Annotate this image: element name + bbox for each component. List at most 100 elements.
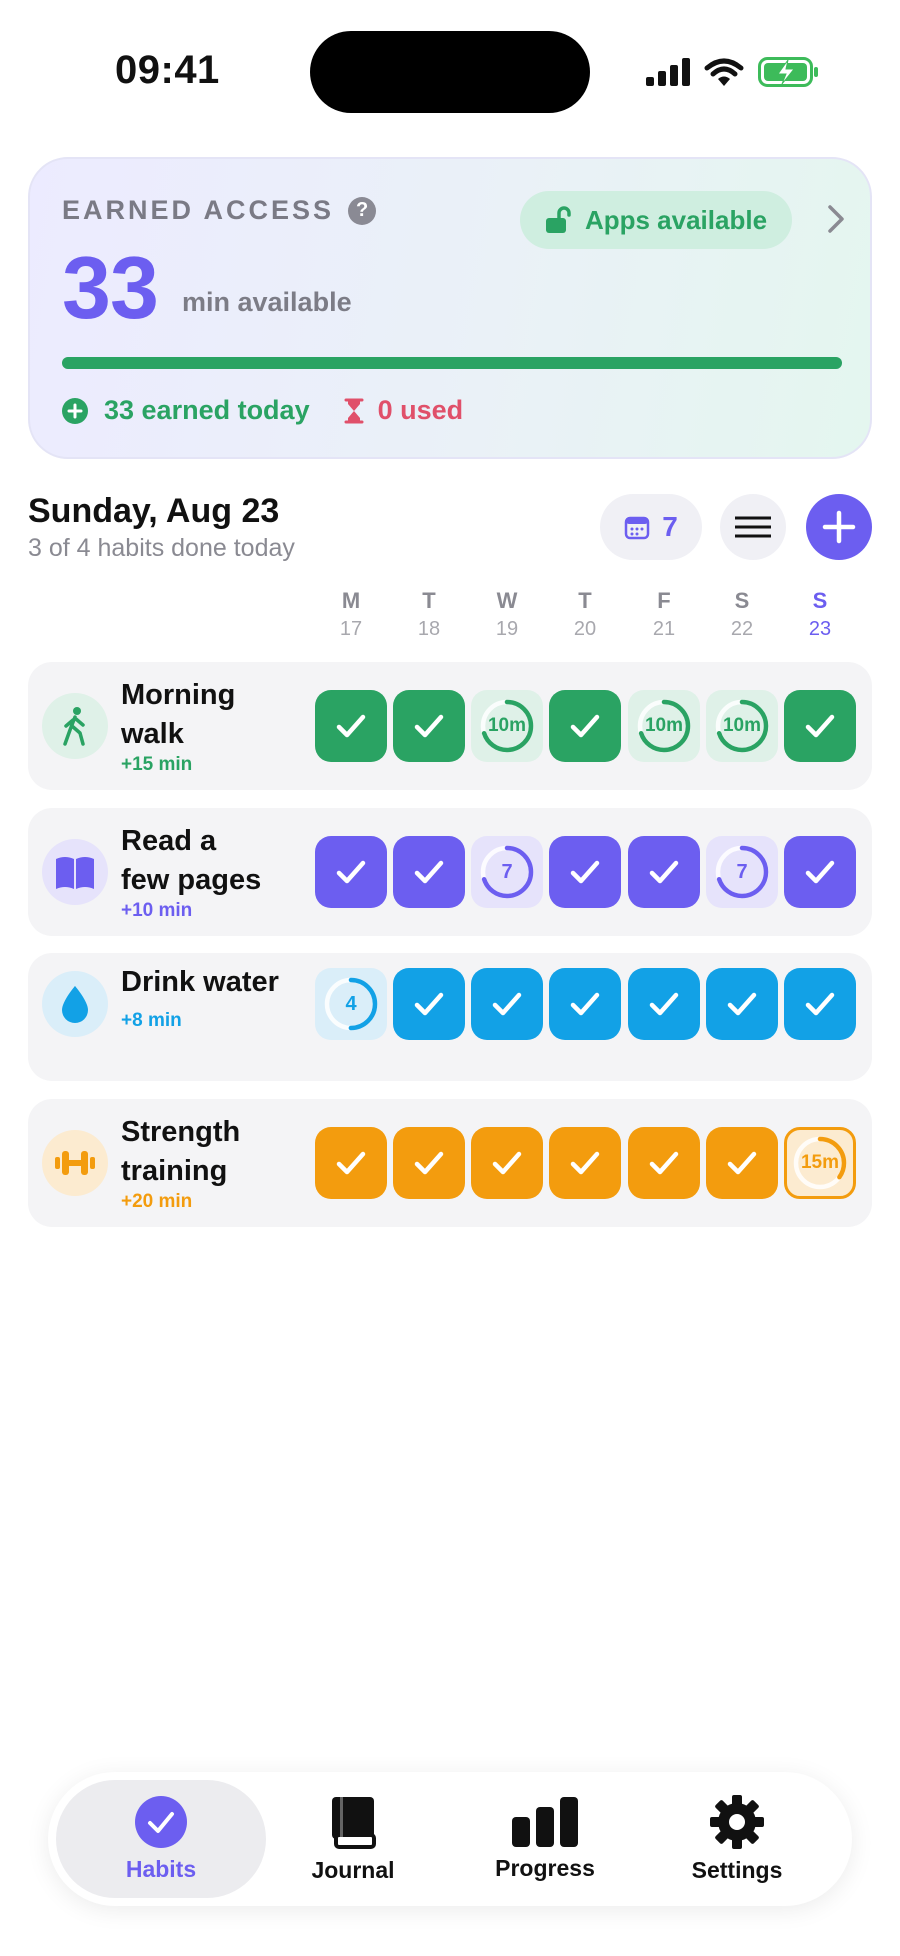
habit-name-line: Read a [121,825,217,857]
checkmark-icon [649,1151,679,1175]
habit-day-done[interactable] [315,836,387,908]
day-letter: S [812,588,828,613]
day-letter: W [496,588,518,613]
habit-day-done[interactable] [549,836,621,908]
habit-icon-badge [42,971,108,1037]
day-letter: S [734,588,750,613]
habit-day-done[interactable] [315,1127,387,1199]
habit-name-line: Strength [121,1116,241,1148]
habit-day-done[interactable] [628,1127,700,1199]
apps-available-label: Apps available [584,204,768,235]
tab-progress-label: Progress [495,1854,595,1881]
day-letter: T [578,588,592,613]
day-number: 20 [573,618,597,640]
habit-day-done[interactable] [393,836,465,908]
day-letter: F [657,588,671,613]
week-view-button[interactable]: 7 [600,494,702,560]
status-bar: 09:41 [0,0,900,150]
habit-row[interactable]: Morning walk +15 min 10m 10m 10m [28,662,872,790]
day-number: 21 [652,618,676,640]
habit-day-partial[interactable]: 15m [784,1127,856,1199]
plus-circle-icon [62,397,88,424]
habit-day-partial[interactable]: 7 [471,836,543,908]
checkmark-icon [570,1151,600,1175]
habit-day-done[interactable] [471,1127,543,1199]
apps-available-badge[interactable]: Apps available [520,191,792,249]
menu-button[interactable] [720,494,786,560]
checkmark-icon [336,1151,366,1175]
gear-icon [710,1794,764,1849]
tab-habits-label: Habits [125,1855,197,1882]
habit-day-progress-label: 15m [800,1152,840,1173]
habit-day-done[interactable] [393,690,465,762]
habit-name-line: Morning [121,679,236,711]
habit-name-line: few pages [121,864,262,896]
water-drop-icon [62,986,88,1023]
habit-day-partial[interactable]: 10m [706,690,778,762]
habit-day-done[interactable] [784,968,856,1040]
habit-day-done[interactable] [471,968,543,1040]
habit-icon-badge [42,693,108,759]
habit-day-done[interactable] [315,690,387,762]
tab-settings[interactable]: Settings [632,1780,842,1898]
habit-day-done[interactable] [549,968,621,1040]
checkmark-icon [336,860,366,884]
day-column-3: T 20 [550,588,620,641]
habit-day-done[interactable] [549,690,621,762]
habit-day-partial[interactable]: 10m [471,690,543,762]
habit-day-partial[interactable]: 10m [628,690,700,762]
habit-row[interactable]: Drink water +8 min 4 [28,953,872,1081]
checkmark-icon [414,992,444,1016]
habit-day-done[interactable] [393,968,465,1040]
habit-day-progress-label: 10m [722,715,762,736]
habit-name: Drink water [121,963,321,1002]
habit-row[interactable]: Read a few pages +10 min 7 7 [28,808,872,936]
checkmark-icon [414,860,444,884]
checkmark-icon [336,714,366,738]
tab-progress[interactable]: Progress [440,1780,650,1898]
checkmark-icon [570,860,600,884]
habit-day-partial[interactable]: 4 [315,968,387,1040]
add-habit-button[interactable] [806,494,872,560]
access-progress-bar [62,357,842,369]
checkmark-icon [805,992,835,1016]
tab-habits[interactable]: Habits [56,1780,266,1898]
unlock-icon [545,206,571,233]
habit-day-done[interactable] [393,1127,465,1199]
habit-row[interactable]: Strength training +20 min 15m [28,1099,872,1227]
habit-day-done[interactable] [628,968,700,1040]
habit-name: Morning walk [121,676,321,754]
battery-charging-icon [758,57,818,87]
dumbbell-icon [55,1151,95,1175]
tab-journal-label: Journal [311,1856,395,1883]
habit-day-done[interactable] [784,690,856,762]
habit-day-done[interactable] [706,968,778,1040]
day-letter: T [422,588,436,613]
plus-icon [822,510,856,544]
day-column-6: S 23 [785,588,855,641]
habit-day-done[interactable] [706,1127,778,1199]
chevron-right-icon[interactable] [820,201,850,237]
earned-access-card[interactable]: EARNED ACCESS ? Apps available 33 min av… [28,157,872,459]
habit-name: Strength training [121,1113,321,1191]
question-icon[interactable]: ? [348,196,377,225]
calendar-icon [624,516,650,540]
walk-icon [63,707,85,746]
habit-day-progress-label: 10m [644,715,684,736]
habit-day-done[interactable] [628,836,700,908]
hourglass-icon [344,398,364,423]
habit-day-partial[interactable]: 7 [706,836,778,908]
habit-reward: +20 min [121,1191,193,1212]
bar-chart-icon [512,1796,578,1847]
checkmark-icon [414,1151,444,1175]
hamburger-menu-icon [735,516,771,538]
checkmark-circle-icon [135,1795,187,1848]
habit-day-done[interactable] [549,1127,621,1199]
habit-icon-badge [42,1130,108,1196]
day-number: 22 [730,618,754,640]
habit-day-done[interactable] [784,836,856,908]
cellular-signal-icon [646,58,690,86]
tab-journal[interactable]: Journal [248,1780,458,1898]
week-view-count: 7 [662,511,678,542]
checkmark-icon [649,860,679,884]
